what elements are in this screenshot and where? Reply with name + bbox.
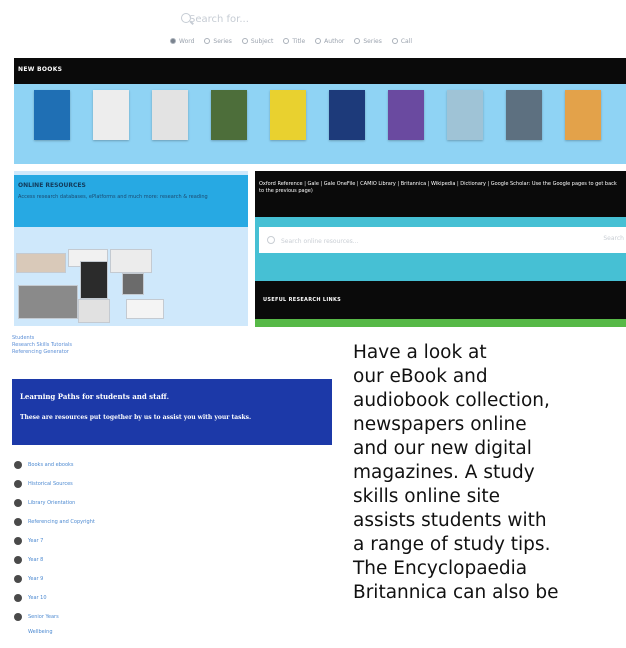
bullet-icon xyxy=(14,479,22,488)
radio-button[interactable] xyxy=(354,38,361,44)
radio-button[interactable] xyxy=(283,38,290,44)
book-cover[interactable] xyxy=(34,90,70,140)
new-books-carousel xyxy=(14,84,626,164)
catalogue-search-input[interactable] xyxy=(175,9,626,29)
learning-paths-title: Learning Paths for students and staff. xyxy=(20,392,170,401)
newspaper-clipping xyxy=(110,249,152,273)
newspaper-clipping xyxy=(126,299,164,319)
newspaper-clipping xyxy=(122,273,144,295)
research-panel: Oxford Reference | Gale | Gale OneFile |… xyxy=(255,171,626,327)
resource-search-input[interactable] xyxy=(279,233,603,249)
online-resources-search-panel: Search xyxy=(255,217,626,281)
learning-path-subitem[interactable]: Wellbeing xyxy=(28,629,53,635)
resource-search-button[interactable]: Search xyxy=(603,235,624,242)
new-books-header: NEW BOOKS xyxy=(14,58,626,84)
newspaper-clipping xyxy=(80,261,108,299)
online-resources-description: Access research databases, ePlatforms an… xyxy=(18,194,208,200)
bullet-icon xyxy=(14,536,22,545)
learning-path-item[interactable]: Senior Years xyxy=(14,607,214,626)
catalogue-search-bar xyxy=(163,7,626,31)
book-cover[interactable] xyxy=(270,90,306,140)
radio-button[interactable] xyxy=(241,38,248,44)
new-books-title: NEW BOOKS xyxy=(18,66,63,73)
learning-paths-description: These are resources put together by us t… xyxy=(20,414,252,421)
bullet-icon xyxy=(14,612,22,621)
search-icon xyxy=(267,236,275,244)
resource-search-box: Search xyxy=(259,227,626,253)
database-links-bar: Oxford Reference | Gale | Gale OneFile |… xyxy=(255,171,626,217)
online-resources-title: ONLINE RESOURCES xyxy=(18,182,86,189)
book-cover[interactable] xyxy=(211,90,247,140)
bullet-icon xyxy=(14,517,22,526)
book-cover[interactable] xyxy=(329,90,365,140)
radio-button[interactable] xyxy=(391,38,398,44)
database-links-text[interactable]: Oxford Reference | Gale | Gale OneFile |… xyxy=(259,181,619,195)
radio-button[interactable] xyxy=(315,38,322,44)
book-cover[interactable] xyxy=(152,90,188,140)
radio-button[interactable] xyxy=(204,38,211,44)
online-resources-panel: ONLINE RESOURCES Access research databas… xyxy=(14,171,248,326)
learning-path-item[interactable]: Year 9 xyxy=(14,569,214,588)
student-link[interactable]: Students xyxy=(12,335,72,342)
newspaper-clipping xyxy=(18,285,78,319)
student-link[interactable]: Research Skills Tutorials xyxy=(12,342,72,349)
online-resources-header[interactable]: ONLINE RESOURCES Access research databas… xyxy=(14,175,248,227)
library-portal-screenshot: Word Series Subject Title Author Series … xyxy=(0,0,626,327)
book-cover[interactable] xyxy=(447,90,483,140)
book-cover[interactable] xyxy=(565,90,601,140)
filter-option[interactable]: Title xyxy=(283,34,305,48)
learning-path-item[interactable]: Historical Sources xyxy=(14,474,214,493)
book-cover[interactable] xyxy=(93,90,129,140)
learning-path-item[interactable]: Year 7 xyxy=(14,531,214,550)
book-cover[interactable] xyxy=(506,90,542,140)
bullet-icon xyxy=(14,460,22,469)
learning-path-item[interactable]: Books and ebooks xyxy=(14,455,214,474)
useful-research-links-title: USEFUL RESEARCH LINKS xyxy=(263,297,342,303)
learning-paths-list: Books and ebooks Historical Sources Libr… xyxy=(14,455,214,626)
radio-button[interactable] xyxy=(170,38,176,44)
filter-option[interactable]: Series xyxy=(354,34,382,48)
search-filter-options: Word Series Subject Title Author Series … xyxy=(170,34,626,48)
green-divider xyxy=(255,319,626,327)
bullet-icon xyxy=(14,574,22,583)
filter-option[interactable]: Series xyxy=(204,34,232,48)
bullet-icon xyxy=(14,593,22,602)
useful-research-links-header: USEFUL RESEARCH LINKS xyxy=(255,281,626,319)
bullet-icon xyxy=(14,555,22,564)
filter-option[interactable]: Word xyxy=(170,34,194,48)
filter-option[interactable]: Call xyxy=(391,34,412,48)
newspaper-collage-image[interactable] xyxy=(14,247,174,326)
learning-path-item[interactable]: Library Orientation xyxy=(14,493,214,512)
student-link[interactable]: Referencing Generator xyxy=(12,349,72,356)
newspaper-clipping xyxy=(16,253,66,273)
student-links: Students Research Skills Tutorials Refer… xyxy=(12,335,72,356)
learning-paths-banner: Learning Paths for students and staff. T… xyxy=(12,379,332,445)
bullet-icon xyxy=(14,498,22,507)
learning-path-item[interactable]: Year 10 xyxy=(14,588,214,607)
newspaper-clipping xyxy=(78,299,110,323)
filter-option[interactable]: Author xyxy=(315,34,344,48)
learning-path-item[interactable]: Year 8 xyxy=(14,550,214,569)
filter-option[interactable]: Subject xyxy=(241,34,273,48)
learning-path-item[interactable]: Referencing and Copyright xyxy=(14,512,214,531)
intro-paragraph: Have a look at our eBook and audiobook c… xyxy=(353,342,559,603)
book-cover[interactable] xyxy=(388,90,424,140)
